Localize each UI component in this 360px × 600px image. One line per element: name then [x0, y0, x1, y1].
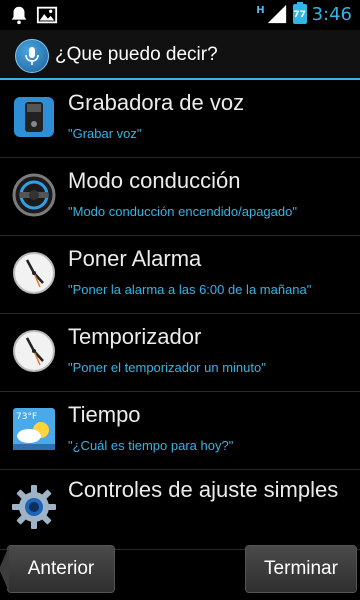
steering-wheel-icon [12, 173, 56, 217]
page-title: ¿Que puedo decir? [55, 44, 218, 65]
item-title: Modo conducción [68, 168, 241, 193]
item-example: "Poner la alarma a las 6:00 de la mañana… [68, 282, 312, 297]
voice-recorder-icon [14, 97, 54, 137]
clock-icon [13, 252, 55, 294]
list-item-timer[interactable]: Temporizador "Poner el temporizador un m… [0, 314, 360, 392]
item-title: Tiempo [68, 402, 141, 427]
finish-button[interactable]: Terminar [246, 546, 356, 592]
image-icon [36, 6, 58, 24]
item-example: "¿Cuál es tiempo para hoy?" [68, 438, 234, 453]
clock-icon [13, 330, 55, 372]
list-item-voice-recorder[interactable]: Grabadora de voz "Grabar voz" [0, 80, 360, 158]
item-example: "Poner el temporizador un minuto" [68, 360, 266, 375]
finish-button-label: Terminar [264, 558, 338, 579]
action-bar: ¿Que puedo decir? [0, 30, 360, 80]
item-title: Grabadora de voz [68, 90, 245, 115]
signal-strength-icon [267, 4, 286, 24]
battery-level: 77 [293, 10, 306, 20]
command-list: Grabadora de voz "Grabar voz" Modo condu… [0, 80, 360, 550]
weather-icon: 73°F [13, 408, 55, 450]
weather-temp: 73°F [16, 412, 37, 422]
microphone-icon[interactable] [15, 39, 49, 73]
previous-button[interactable]: Anterior [0, 546, 114, 592]
status-clock: 3:46 [311, 3, 352, 25]
status-bar: H 77 3:46 [0, 0, 360, 30]
list-item-weather[interactable]: 73°F Tiempo "¿Cuál es tiempo para hoy?" [0, 392, 360, 470]
item-example: "Modo conducción encendido/apagado" [68, 204, 297, 219]
previous-button-label: Anterior [27, 558, 95, 579]
network-type-label: H [256, 4, 265, 16]
list-item-set-alarm[interactable]: Poner Alarma "Poner la alarma a las 6:00… [0, 236, 360, 314]
settings-gear-icon [12, 485, 56, 529]
list-item-simple-settings[interactable]: Controles de ajuste simples [0, 470, 360, 550]
item-title: Poner Alarma [68, 246, 202, 271]
list-item-driving-mode[interactable]: Modo conducción "Modo conducción encendi… [0, 158, 360, 236]
item-title: Controles de ajuste simples [68, 477, 339, 502]
item-title: Temporizador [68, 324, 202, 349]
battery-icon: 77 [292, 2, 307, 24]
notification-bell-icon [11, 6, 27, 25]
item-example: "Grabar voz" [68, 126, 142, 141]
